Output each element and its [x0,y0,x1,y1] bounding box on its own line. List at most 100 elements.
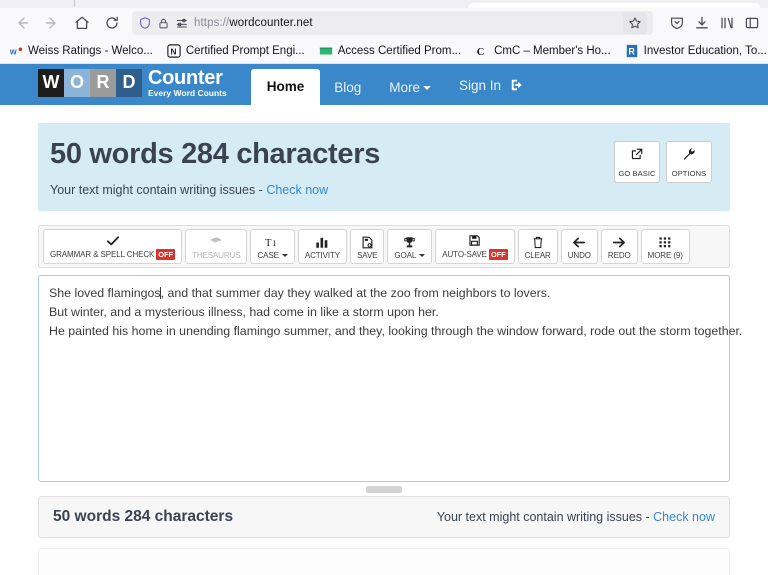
url-host: wordcounter.net [229,17,313,29]
count-block: 50 words 284 characters Your text might … [50,138,381,198]
shield-icon[interactable] [138,16,152,30]
svg-text:T: T [265,238,272,249]
editor-resize-handle[interactable] [366,485,402,493]
more-button[interactable]: MORE (9) [640,229,690,264]
url-scheme: https:// [194,17,230,29]
logo-tagline: Every Word Counts [148,87,227,98]
bookmarks-bar: w Weiss Ratings - Welco... N Certified P… [0,38,768,64]
thesaurus-label: THESAURUS [192,250,241,260]
bookmark-label: Investor Education, To... [643,44,767,57]
container-shield-icon[interactable] [669,15,685,31]
lock-icon[interactable] [157,17,170,30]
svg-text:I: I [273,239,276,248]
page-title: 50 words 284 characters [50,138,381,170]
grid-icon [658,236,672,249]
nav-label-blog: Blog [334,79,362,95]
sidebar-icon[interactable] [744,15,760,31]
editor-status-bar: 50 words 284 characters Your text might … [38,495,730,538]
auto-save-label-text: AUTO-SAVE [442,250,487,260]
investor-favicon: R [625,44,639,58]
header-action-buttons: GO BASIC OPTIONS [614,141,712,183]
more-label: MORE (9) [647,250,683,260]
check-icon [106,234,120,247]
auto-save-off-badge: OFF [488,249,508,260]
undo-label: UNDO [567,250,591,260]
nav-item-home[interactable]: Home [250,68,321,105]
case-label: CASE [257,251,288,260]
bookmark-star-icon[interactable] [623,12,647,34]
bookmark-item[interactable]: R Investor Education, To... [618,41,768,61]
bar-chart-icon [315,236,329,249]
url-text[interactable]: https://wordcounter.net [194,17,618,29]
case-button[interactable]: TI CASE [250,229,295,264]
bookmark-item[interactable]: Access Certified Prom... [312,41,468,61]
book-icon [209,236,223,249]
thesaurus-button[interactable]: THESAURUS [185,229,248,264]
bookmark-item[interactable]: C CmC – Member's Ho... [468,41,618,61]
text-case-icon: TI [265,236,281,249]
permissions-icon[interactable] [175,16,189,30]
logo-main-text: Counter [148,66,223,89]
trophy-icon [403,236,416,249]
redo-button[interactable]: REDO [600,229,638,264]
back-button[interactable] [8,10,36,36]
status-check-now-link[interactable]: Check now [653,510,715,524]
grammar-spell-check-button[interactable]: GRAMMAR & SPELL CHECK OFF [43,229,182,264]
options-label: OPTIONS [671,169,707,178]
weiss-favicon: w [9,44,23,58]
browser-toolbar-icons [661,15,760,31]
go-basic-button[interactable]: GO BASIC [614,141,660,183]
logo-wordmark: Counter Every Word Counts [148,68,227,98]
status-writing-issues: Your text might contain writing issues -… [437,510,715,524]
downloads-icon[interactable] [694,15,710,31]
goal-button[interactable]: GOAL [387,229,433,264]
browser-navigation-bar: https://wordcounter.net [0,8,768,38]
grammar-off-badge: OFF [156,249,175,260]
options-button[interactable]: OPTIONS [666,141,712,183]
check-now-link[interactable]: Check now [266,183,328,197]
save-button[interactable]: SAVE [350,229,385,264]
arrow-right-icon [612,236,626,249]
next-section-panel [38,547,730,575]
nav-item-blog[interactable]: Blog [320,71,375,106]
goal-label: GOAL [394,250,426,260]
logo-square-o: O [64,68,90,97]
save-label: SAVE [357,250,378,260]
undo-button[interactable]: UNDO [560,229,598,264]
auto-save-label: AUTO-SAVE OFF [442,249,508,260]
editor-line-2: But winter, and a mysterious illness, ha… [49,305,439,320]
active-tab[interactable] [468,3,760,8]
reload-button[interactable] [98,10,126,36]
svg-text:C: C [477,46,485,57]
text-editor-area[interactable]: She loved flamingos, and that summer day… [38,274,743,482]
editor-line-1a: She loved flamingos [49,285,161,300]
tab-separator [74,0,75,7]
chevron-down-icon [423,85,432,90]
bookmark-item[interactable]: w Weiss Ratings - Welco... [2,41,160,61]
svg-text:R: R [628,46,635,56]
site-navigation-bar: W O R D Counter Every Word Counts Home B… [0,64,768,105]
nav-item-sign-in[interactable]: Sign In [445,68,538,106]
notion-favicon: N [167,43,181,58]
nav-item-more[interactable]: More [375,71,445,106]
clear-button[interactable]: CLEAR [517,229,558,264]
auto-save-button[interactable]: AUTO-SAVE OFF [435,229,515,264]
svg-text:w: w [9,46,17,56]
tab-strip[interactable] [0,0,768,8]
cmc-favicon: C [475,44,489,58]
svg-text:N: N [170,46,176,56]
forward-button[interactable] [38,10,66,36]
logo-square-r: R [90,68,116,97]
home-button[interactable] [68,10,96,36]
goal-label-text: GOAL [394,250,417,260]
editor-line-3: He painted his home in unending flamingo… [49,324,743,339]
url-bar[interactable]: https://wordcounter.net [132,11,653,35]
chevron-down-icon [419,253,426,257]
library-icon[interactable] [719,15,735,31]
arrow-left-icon [572,236,586,249]
save-doc-icon [361,236,374,249]
bookmark-label: Certified Prompt Engi... [185,44,305,57]
wordcounter-logo[interactable]: W O R D Counter Every Word Counts [38,64,227,105]
activity-button[interactable]: ACTIVITY [297,229,348,264]
bookmark-item[interactable]: N Certified Prompt Engi... [160,41,312,61]
